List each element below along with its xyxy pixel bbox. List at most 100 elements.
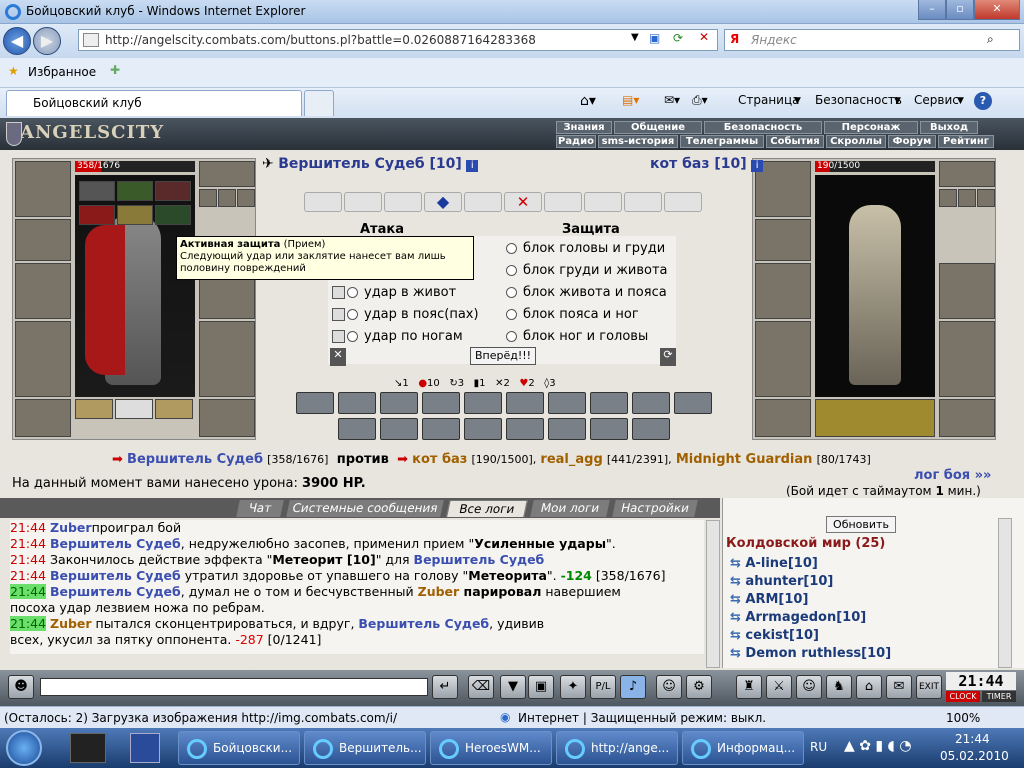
versus-player[interactable]: Вершитель Судеб — [127, 452, 263, 467]
scroll-slot-1[interactable] — [75, 399, 113, 419]
user-name[interactable]: ARM[10] — [745, 592, 808, 607]
scroll-2[interactable] — [344, 192, 382, 212]
ability-button-abilities2-7[interactable] — [632, 418, 670, 440]
player-name[interactable]: Вершитель Судеб [10] — [278, 156, 462, 172]
start-button[interactable] — [6, 730, 42, 766]
home-icon[interactable]: ⌂▾ — [580, 93, 596, 109]
block-row-1[interactable]: блок головы и груди — [506, 241, 665, 256]
effect-slot-2[interactable] — [117, 181, 153, 201]
effect-slot-4[interactable] — [79, 205, 115, 225]
log-player-name[interactable]: Вершитель Судеб — [50, 584, 181, 599]
enemy-name[interactable]: кот баз [10] — [650, 156, 747, 172]
ability-button-abilities2-4[interactable] — [506, 418, 544, 440]
service-menu[interactable]: Сервис — [914, 93, 959, 107]
taskbar-item[interactable]: Вершитель... — [304, 731, 426, 765]
enter-icon[interactable]: ↵ — [432, 675, 458, 699]
refresh-right-icon[interactable]: ⟳ — [660, 348, 676, 366]
scroll-1[interactable] — [304, 192, 342, 212]
inventory-icon[interactable]: ♜ — [736, 675, 762, 699]
ability-button-abilities1-8[interactable] — [632, 392, 670, 414]
compat-icon[interactable]: ▣ — [649, 31, 660, 45]
boots-slot[interactable] — [199, 399, 255, 437]
log-player-name[interactable]: Вершитель Судеб — [358, 616, 489, 631]
ability-button-abilities1-2[interactable] — [380, 392, 418, 414]
scroll-4-diamond-icon[interactable]: ◆ — [424, 192, 462, 212]
clock-label[interactable]: CLOCK — [946, 691, 980, 702]
menu-radio[interactable]: Радио — [556, 135, 596, 148]
chat-input[interactable] — [40, 678, 428, 696]
ability-button-abilities1-0[interactable] — [296, 392, 334, 414]
ability-button-abilities2-1[interactable] — [380, 418, 418, 440]
scroll-10[interactable] — [664, 192, 702, 212]
log-scrollbar[interactable] — [706, 520, 720, 668]
ability-button-abilities1-9[interactable] — [674, 392, 712, 414]
floppy-icon[interactable] — [130, 733, 160, 763]
ring-slot-1[interactable] — [199, 189, 217, 207]
user-list-item[interactable]: ⇆ ahunter[10] — [730, 574, 994, 592]
back-button[interactable]: ◀ — [3, 27, 31, 55]
enemy-gloves-slot[interactable] — [939, 161, 995, 187]
tab-all-logs[interactable]: Все логи — [446, 500, 528, 517]
minimize-button[interactable]: – — [918, 0, 946, 20]
enemy-ring-slot-1[interactable] — [939, 189, 957, 207]
users-scrollbar[interactable] — [998, 518, 1012, 668]
user-name[interactable]: ahunter[10] — [745, 574, 833, 589]
smile-button[interactable]: ☻ — [8, 675, 34, 699]
ability-button-abilities1-5[interactable] — [506, 392, 544, 414]
tab-system[interactable]: Системные сообщения — [286, 500, 444, 517]
close-button[interactable]: ✕ — [974, 0, 1020, 20]
ability-button-abilities1-7[interactable] — [590, 392, 628, 414]
log-player-name[interactable]: Zuber — [418, 584, 460, 599]
block-row-5[interactable]: блок ног и головы — [506, 329, 648, 344]
log-player-name[interactable]: Zuber — [50, 616, 92, 631]
radio-button[interactable] — [347, 309, 358, 320]
radio-button[interactable] — [347, 287, 358, 298]
ability-button-abilities2-0[interactable] — [338, 418, 376, 440]
mail-icon[interactable]: ✉▾ — [664, 93, 680, 107]
enemy-weapon-slot[interactable] — [755, 263, 811, 319]
versus-enemy-1[interactable]: кот баз — [412, 452, 467, 467]
tab-chat[interactable]: Чат — [236, 500, 284, 517]
scroll-7[interactable] — [544, 192, 582, 212]
radio-button[interactable] — [506, 331, 517, 342]
stop-icon[interactable]: ✕ — [699, 30, 709, 44]
smiley-icon[interactable]: ☺ — [656, 675, 682, 699]
music-icon[interactable]: ♪ — [620, 675, 646, 699]
attack-row-legs[interactable]: удар по ногам — [332, 329, 463, 344]
scroll-5[interactable] — [464, 192, 502, 212]
language-indicator[interactable]: RU — [810, 740, 827, 754]
radio-button[interactable] — [506, 309, 517, 320]
tray-icons[interactable]: ▲ ✿ ▮ ◖ ◔ — [844, 738, 912, 754]
menu-character[interactable]: Персонаж — [824, 121, 918, 134]
attack-row-belly[interactable]: удар в живот — [332, 285, 456, 300]
log-player-name[interactable]: Вершитель Судеб — [414, 552, 545, 567]
search-icon[interactable]: ⌕ — [987, 32, 994, 47]
menu-knowledge[interactable]: Знания — [556, 121, 612, 134]
versus-enemy-2[interactable]: real_agg — [540, 452, 602, 467]
tray-time[interactable]: 21:44 — [955, 732, 990, 746]
ring-slot-2[interactable] — [218, 189, 236, 207]
settings-icon[interactable]: ⚙ — [686, 675, 712, 699]
enemy-belt-slot[interactable] — [755, 399, 811, 437]
save-icon[interactable]: ▣ — [528, 675, 554, 699]
enemy-bracer-slot[interactable] — [815, 399, 935, 437]
translit-icon[interactable]: P/L — [590, 675, 616, 699]
enemy-armor-slot[interactable] — [755, 321, 811, 397]
weapon-slot[interactable] — [15, 263, 71, 319]
amulet-slot[interactable] — [15, 219, 71, 261]
ability-button-abilities1-1[interactable] — [338, 392, 376, 414]
scroll-slot-3[interactable] — [155, 399, 193, 419]
user-list-item[interactable]: ⇆ Arrmagedon[10] — [730, 610, 994, 628]
refresh-icon[interactable]: ⟳ — [673, 31, 683, 45]
forward-button[interactable]: ▶ — [33, 27, 61, 55]
menu-forum[interactable]: Форум — [888, 135, 936, 148]
ability-button-abilities1-4[interactable] — [464, 392, 502, 414]
dropdown-icon[interactable]: ▼ — [631, 32, 639, 43]
versus-enemy-3[interactable]: Midnight Guardian — [676, 452, 813, 467]
log-player-name[interactable]: Вершитель Судеб — [50, 568, 181, 583]
timer-label[interactable]: TIMER — [982, 691, 1016, 702]
effect-slot-5[interactable] — [117, 205, 153, 225]
user-name[interactable]: cekist[10] — [745, 628, 819, 643]
radio-button[interactable] — [506, 265, 517, 276]
search-input[interactable]: Яндекс — [751, 33, 797, 47]
